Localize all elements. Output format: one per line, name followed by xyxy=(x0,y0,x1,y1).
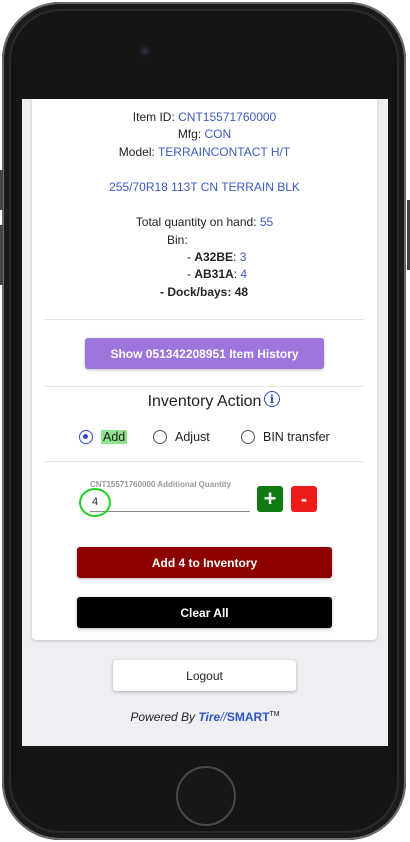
radio-button-checked[interactable] xyxy=(79,430,93,444)
total-qty-row: Total quantity on hand: 55 xyxy=(32,215,377,229)
clear-all-button[interactable]: Clear All xyxy=(77,597,332,628)
logout-button[interactable]: Logout xyxy=(113,660,296,691)
item-description: 255/70R18 113T CN TERRAIN BLK xyxy=(109,180,300,194)
front-camera xyxy=(139,45,151,57)
total-qty-value: 55 xyxy=(259,215,274,229)
bin-qty: 3 xyxy=(239,250,247,264)
total-qty-label: Total quantity on hand: xyxy=(135,215,257,229)
add-to-inventory-button[interactable]: Add 4 to Inventory xyxy=(77,547,332,578)
phone-side-button xyxy=(0,225,3,285)
brand-smart: SMART xyxy=(226,710,270,724)
radio-adjust-label: Adjust xyxy=(175,430,210,444)
quantity-input[interactable] xyxy=(90,492,250,512)
divider xyxy=(45,386,364,387)
item-history-button[interactable]: Show 051342208951 Item History xyxy=(85,338,324,369)
annotation-circle xyxy=(79,488,111,517)
radio-add[interactable]: Add xyxy=(79,430,128,444)
app-screen: Item ID: CNT15571760000 Mfg: CON Model: … xyxy=(22,99,388,746)
radio-button[interactable] xyxy=(153,430,167,444)
phone-side-button xyxy=(0,170,3,210)
increment-button[interactable]: + xyxy=(257,486,283,512)
bin-entry: - AB31A: 4 xyxy=(187,267,248,281)
inventory-action-title: Inventory Action xyxy=(147,393,262,410)
info-icon[interactable]: i xyxy=(264,391,280,407)
bin-name: AB31A xyxy=(194,267,234,281)
radio-bin-transfer-label: BIN transfer xyxy=(263,430,330,444)
brand-tire: Tire xyxy=(198,710,221,724)
item-id-value: CNT15571760000 xyxy=(178,110,277,124)
powered-by-footer: Powered By Tire//SMARTTM xyxy=(22,710,388,724)
mfg-label: Mfg: xyxy=(177,127,202,141)
quantity-label: CNT15571760000 Additional Quantity xyxy=(90,480,232,489)
item-card: Item ID: CNT15571760000 Mfg: CON Model: … xyxy=(32,99,377,640)
model-label: Model: xyxy=(118,145,155,159)
radio-button[interactable] xyxy=(241,430,255,444)
bin-qty: 4 xyxy=(240,267,248,281)
decrement-button[interactable]: - xyxy=(291,486,317,512)
home-button[interactable] xyxy=(176,766,236,826)
dock-bays: - Dock/bays: 48 xyxy=(160,285,249,299)
divider xyxy=(45,319,364,320)
brand-slash: // xyxy=(220,710,227,724)
radio-bin-transfer[interactable]: BIN transfer xyxy=(241,430,330,444)
trademark: TM xyxy=(269,711,280,718)
radio-add-label: Add xyxy=(101,430,128,444)
bin-label: Bin: xyxy=(167,233,188,247)
bin-entry: - A32BE: 3 xyxy=(187,250,247,264)
radio-adjust[interactable]: Adjust xyxy=(153,430,210,444)
mfg-value: CON xyxy=(204,127,232,141)
bin-name: A32BE xyxy=(194,250,234,264)
mfg-row: Mfg: CON xyxy=(32,127,377,141)
item-id-label: Item ID: xyxy=(132,110,175,124)
powered-by-text: Powered By xyxy=(130,710,196,724)
item-id-row: Item ID: CNT15571760000 xyxy=(32,110,377,124)
model-value: TERRAINCONTACT H/T xyxy=(157,145,291,159)
divider xyxy=(45,461,364,462)
model-row: Model: TERRAINCONTACT H/T xyxy=(32,145,377,159)
